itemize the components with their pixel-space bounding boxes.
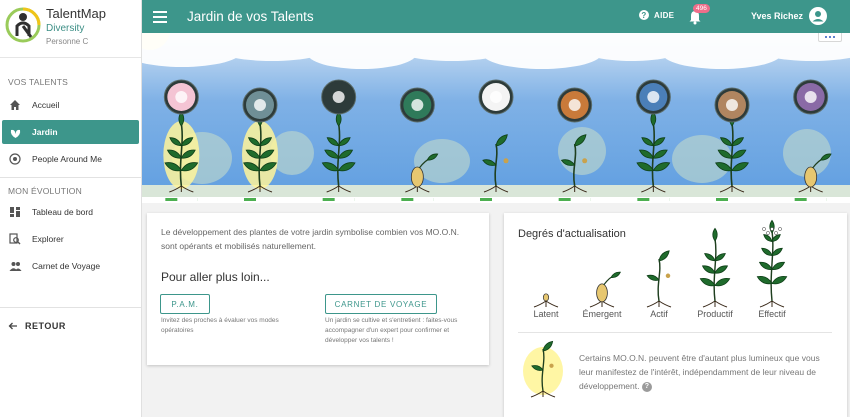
section-title-talents: VOS TALENTS bbox=[8, 77, 68, 87]
degrees-card: Degrés d'actualisation Latent Émergent A… bbox=[504, 213, 847, 417]
sidebar-item-accueil[interactable]: Accueil bbox=[2, 93, 139, 117]
degrees-divider bbox=[518, 332, 832, 333]
user-name[interactable]: Yves Richez bbox=[751, 11, 803, 21]
group-icon[interactable] bbox=[242, 87, 278, 123]
sidebar: TalentMap Diversity Personne C VOS TALEN… bbox=[0, 0, 142, 417]
stage-label-emergent: Émergent bbox=[582, 309, 622, 319]
sidebar-item-people-around-me[interactable]: People Around Me bbox=[2, 147, 139, 171]
section-title-evolution: MON ÉVOLUTION bbox=[8, 186, 82, 196]
leaf-icon[interactable] bbox=[557, 87, 593, 123]
tools-icon[interactable] bbox=[714, 87, 750, 123]
glow-note: Certains MO.O.N. peuvent être d'autant p… bbox=[579, 351, 829, 393]
clouds bbox=[142, 33, 850, 69]
help-button[interactable]: ? AIDE bbox=[639, 10, 674, 20]
dashboard-icon bbox=[8, 205, 22, 219]
pam-button[interactable]: P.A.M. bbox=[160, 294, 210, 314]
stage-label-actif: Actif bbox=[650, 309, 668, 319]
brand[interactable]: TalentMap Diversity Personne C bbox=[0, 0, 141, 58]
glow-note-text: Certains MO.O.N. peuvent être d'autant p… bbox=[579, 353, 820, 391]
stage-label-latent: Latent bbox=[533, 309, 559, 319]
talentmap-logo bbox=[5, 7, 41, 43]
sidebar-item-explorer[interactable]: Explorer bbox=[2, 227, 139, 251]
sidebar-item-jardin[interactable]: Jardin bbox=[2, 120, 139, 144]
sidebar-item-label: Accueil bbox=[32, 100, 60, 110]
app: TalentMap Diversity Personne C VOS TALEN… bbox=[0, 0, 850, 417]
brand-subtitle: Diversity bbox=[46, 23, 85, 34]
flower-icon[interactable] bbox=[163, 79, 199, 115]
intro-text: Le développement des plantes de votre ja… bbox=[161, 227, 460, 251]
garden-banner bbox=[142, 33, 850, 203]
person-icon[interactable] bbox=[635, 79, 671, 115]
explore-icon bbox=[8, 232, 22, 246]
bulb-icon[interactable] bbox=[321, 79, 357, 115]
stage-icon-effectif bbox=[756, 219, 788, 308]
help-icon[interactable]: ? bbox=[641, 381, 652, 392]
pam-hint: Invitez des proches à évaluer vos modes … bbox=[161, 317, 279, 334]
sidebar-item-label: Tableau de bord bbox=[32, 207, 93, 217]
help-label: AIDE bbox=[654, 10, 675, 20]
garden-scene bbox=[142, 33, 850, 203]
account-avatar-icon[interactable] bbox=[809, 7, 827, 25]
gears-icon[interactable] bbox=[793, 79, 829, 115]
sidebar-item-label: Explorer bbox=[32, 234, 64, 244]
stage-icon-actif bbox=[646, 250, 672, 308]
stage-label-effectif: Effectif bbox=[758, 309, 786, 319]
back-label: RETOUR bbox=[25, 321, 66, 331]
more-options-button[interactable] bbox=[818, 33, 842, 42]
cube-icon[interactable] bbox=[478, 79, 514, 115]
brand-user: Personne C bbox=[46, 37, 89, 46]
further-heading: Pour aller plus loin... bbox=[161, 270, 270, 284]
arrow-left-icon bbox=[8, 322, 17, 330]
sidebar-item-label: Jardin bbox=[32, 127, 58, 137]
sidebar-item-tableau-de-bord[interactable]: Tableau de bord bbox=[2, 200, 139, 224]
garden-plant[interactable] bbox=[321, 79, 357, 201]
garden-plant[interactable] bbox=[242, 87, 278, 201]
pi-icon[interactable] bbox=[399, 87, 435, 123]
stage-icons bbox=[533, 219, 788, 308]
sidebar-divider bbox=[0, 177, 141, 178]
back-button[interactable]: RETOUR bbox=[0, 321, 141, 331]
stage-icon-latent bbox=[533, 293, 559, 308]
stage-icon-emergent bbox=[589, 271, 621, 308]
brand-title: TalentMap bbox=[46, 6, 106, 21]
stage-icon-productif bbox=[699, 227, 731, 308]
notification-badge: 496 bbox=[693, 4, 710, 13]
home-icon bbox=[8, 98, 22, 112]
help-icon: ? bbox=[639, 10, 649, 20]
sidebar-item-label: People Around Me bbox=[32, 154, 102, 164]
info-card: Le développement des plantes de votre ja… bbox=[147, 213, 489, 365]
sidebar-item-label: Carnet de Voyage bbox=[32, 261, 101, 271]
people-icon bbox=[8, 259, 22, 273]
top-bar: Jardin de vos Talents ? AIDE 496 Yves Ri… bbox=[142, 0, 850, 33]
menu-icon[interactable] bbox=[153, 10, 167, 23]
stage-label-productif: Productif bbox=[697, 309, 733, 319]
glowing-plant-icon bbox=[523, 340, 563, 398]
carnet-hint: Un jardin se cultive et s'entretient : f… bbox=[325, 317, 458, 344]
garden-icon bbox=[8, 125, 22, 139]
sidebar-divider bbox=[0, 307, 141, 308]
garden-plant[interactable] bbox=[478, 79, 514, 201]
target-icon bbox=[8, 152, 22, 166]
carnet-de-voyage-button[interactable]: CARNET DE VOYAGE bbox=[325, 294, 437, 314]
page-title: Jardin de vos Talents bbox=[187, 9, 314, 24]
sidebar-item-carnet-de-voyage[interactable]: Carnet de Voyage bbox=[2, 254, 139, 278]
garden-plant[interactable] bbox=[635, 79, 671, 201]
